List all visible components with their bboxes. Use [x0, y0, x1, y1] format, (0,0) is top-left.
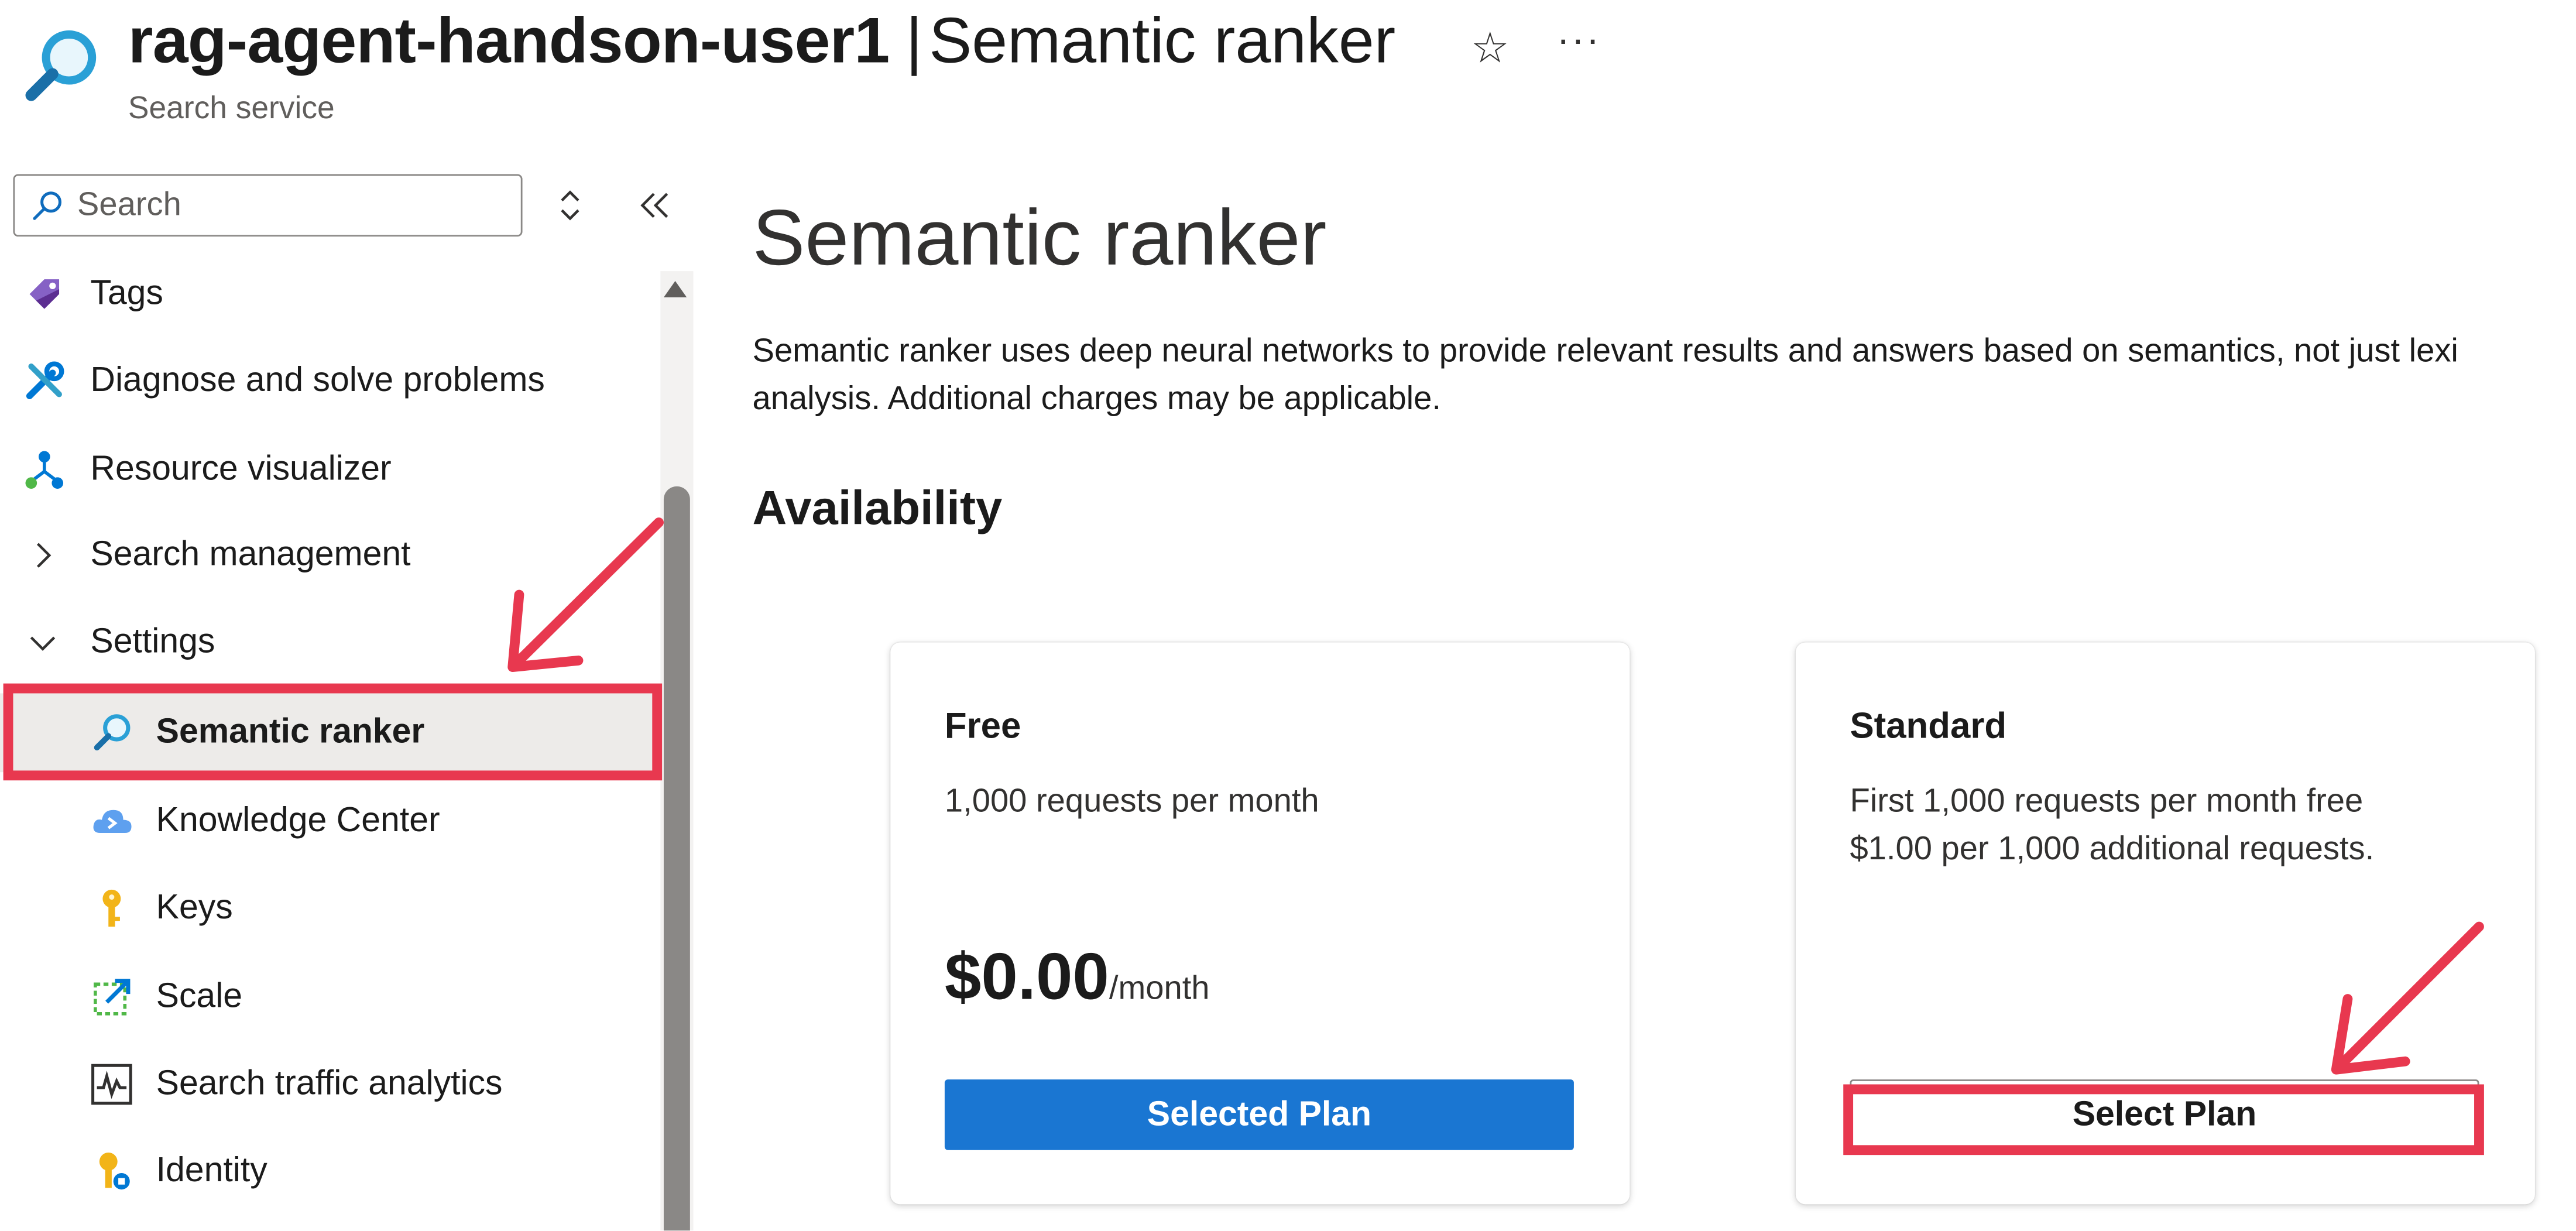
annotation-arrow-icon — [2331, 921, 2484, 1075]
sidebar-search-input[interactable] — [77, 182, 505, 229]
search-service-icon — [25, 30, 97, 101]
expand-collapse-all-icon[interactable] — [548, 184, 591, 227]
blade-title: Semantic ranker — [929, 6, 1396, 77]
availability-heading: Availability — [752, 483, 1003, 536]
resource-type-subtitle: Search service — [128, 92, 335, 127]
sidebar-item-search-traffic-analytics[interactable]: Search traffic analytics — [0, 1045, 657, 1124]
sidebar-item-label: Knowledge Center — [156, 801, 440, 840]
annotation-arrow-icon — [507, 517, 664, 672]
sidebar-item-label: Diagnose and solve problems — [90, 361, 545, 400]
sidebar-item-label: Scale — [156, 978, 243, 1016]
sidebar-item-label: Keys — [156, 889, 233, 927]
sidebar-item-label: Tags — [90, 274, 163, 313]
plan-name: Free — [944, 705, 1021, 746]
description-line: Semantic ranker uses deep neural network… — [752, 333, 2458, 370]
highlight-box — [3, 683, 663, 781]
key-icon — [102, 889, 121, 927]
pulse-chart-icon — [91, 1064, 132, 1105]
sidebar-item-label: Search traffic analytics — [156, 1064, 503, 1103]
scale-icon — [93, 979, 131, 1016]
sidebar-item-diagnose[interactable]: Diagnose and solve problems — [0, 342, 657, 421]
cloud-icon — [93, 810, 132, 834]
tag-icon — [29, 279, 60, 309]
chevron-down-icon — [30, 636, 56, 651]
sidebar-item-keys[interactable]: Keys — [0, 869, 657, 948]
favorite-star-icon[interactable]: ☆ — [1462, 20, 1518, 76]
description: Semantic ranker uses deep neural network… — [753, 328, 2576, 424]
sidebar-item-resource-visualizer[interactable]: Resource visualizer — [0, 430, 657, 509]
title-separator: | — [905, 6, 922, 77]
sidebar-item-identity[interactable]: Identity — [0, 1132, 657, 1211]
identity-key-icon — [99, 1152, 130, 1190]
sidebar-group-label: Search management — [90, 536, 411, 574]
wrench-icon — [26, 361, 64, 400]
highlight-box — [1843, 1084, 2484, 1155]
hierarchy-icon — [25, 451, 64, 489]
plan-price: $0.00/month — [945, 941, 1210, 1015]
description-line: analysis. Additional charges may be appl… — [752, 381, 1441, 417]
selected-plan-button[interactable]: Selected Plan — [944, 1079, 1574, 1150]
sidebar-item-scale[interactable]: Scale — [0, 958, 657, 1037]
price-unit: /month — [1109, 971, 1210, 1007]
plan-pricing-detail: $1.00 per 1,000 additional requests. — [1850, 831, 2375, 867]
search-icon — [33, 191, 61, 220]
price-amount: $0.00 — [944, 941, 1109, 1014]
plan-description: First 1,000 requests per month free — [1850, 783, 2364, 820]
sidebar-item-knowledge-center[interactable]: Knowledge Center — [0, 782, 657, 861]
plan-description: 1,000 requests per month — [944, 783, 1319, 820]
plan-card-free: Free 1,000 requests per month $0.00/mont… — [890, 642, 1630, 1205]
sidebar-search-box[interactable] — [13, 174, 523, 237]
sidebar-item-label: Resource visualizer — [90, 450, 392, 488]
plan-name: Standard — [1850, 705, 2007, 746]
sidebar-group-label: Settings — [90, 622, 215, 661]
more-options-ellipsis-icon[interactable]: ··· — [1551, 16, 1607, 72]
resource-name: rag-agent-handson-user1 — [128, 6, 890, 77]
scroll-up-arrow-icon[interactable] — [660, 276, 690, 306]
sidebar-item-tags[interactable]: Tags — [0, 255, 657, 334]
page-title: rag-agent-handson-user1 | Semantic ranker — [128, 6, 1395, 78]
chevron-right-icon — [36, 543, 52, 568]
collapse-sidebar-icon[interactable] — [631, 184, 677, 227]
sidebar-item-label: Identity — [156, 1151, 267, 1190]
content-title: Semantic ranker — [752, 196, 1327, 283]
